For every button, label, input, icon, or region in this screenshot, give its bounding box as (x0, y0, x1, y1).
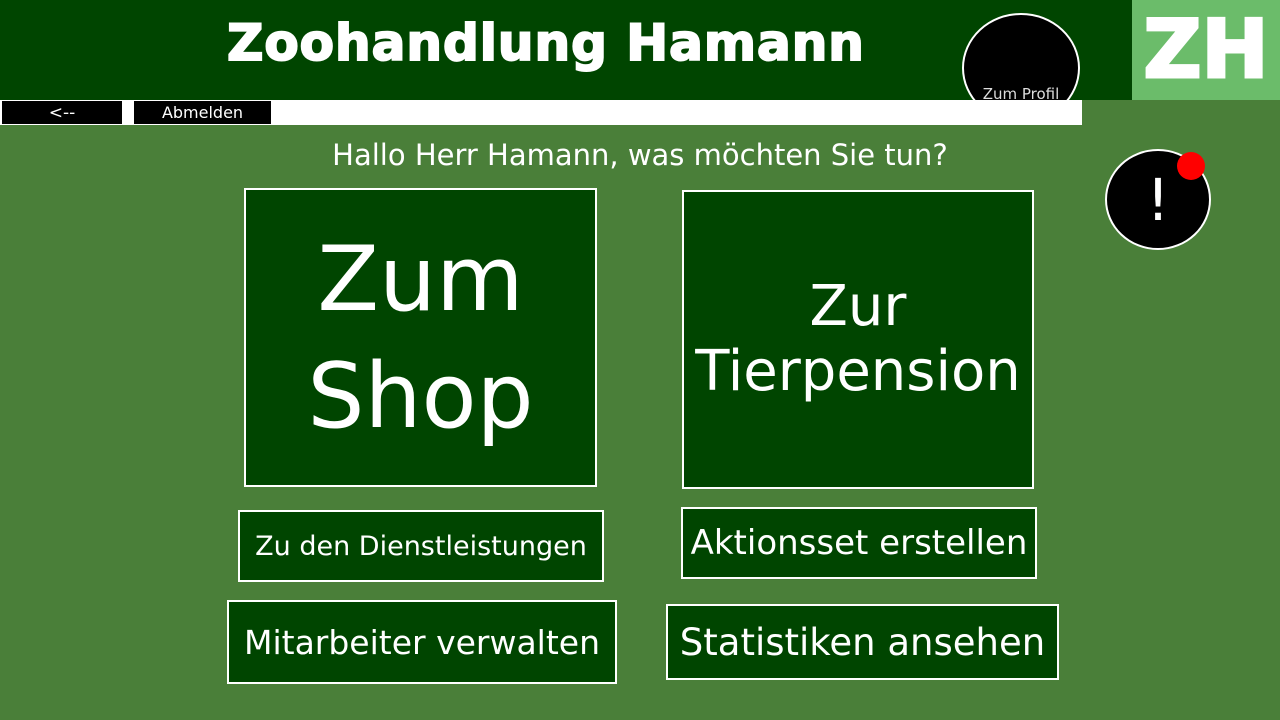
manage-staff-button[interactable]: Mitarbeiter verwalten (227, 600, 617, 684)
view-statistics-button[interactable]: Statistiken ansehen (666, 604, 1059, 680)
shop-tile-line1: Zum (317, 226, 524, 332)
pet-boarding-tile-line1: Zur (809, 274, 907, 340)
shop-tile[interactable]: Zum Shop (244, 188, 597, 487)
shop-tile-line2: Shop (307, 343, 534, 449)
greeting-text: Hallo Herr Hamann, was möchten Sie tun? (332, 138, 948, 172)
logout-button[interactable]: Abmelden (134, 101, 271, 124)
app-title: Zoohandlung Hamann (226, 13, 865, 73)
pet-boarding-tile[interactable]: Zur Tierpension (682, 190, 1034, 489)
notification-badge (1177, 152, 1205, 180)
exclamation-icon: ! (1146, 165, 1170, 234)
logo: ZH (1132, 0, 1280, 100)
back-button[interactable]: <-- (2, 101, 122, 124)
app-header: Zoohandlung Hamann (0, 0, 1132, 100)
pet-boarding-tile-line2: Tierpension (695, 338, 1021, 404)
services-button[interactable]: Zu den Dienstleistungen (238, 510, 604, 582)
create-actionset-button[interactable]: Aktionsset erstellen (681, 507, 1037, 579)
